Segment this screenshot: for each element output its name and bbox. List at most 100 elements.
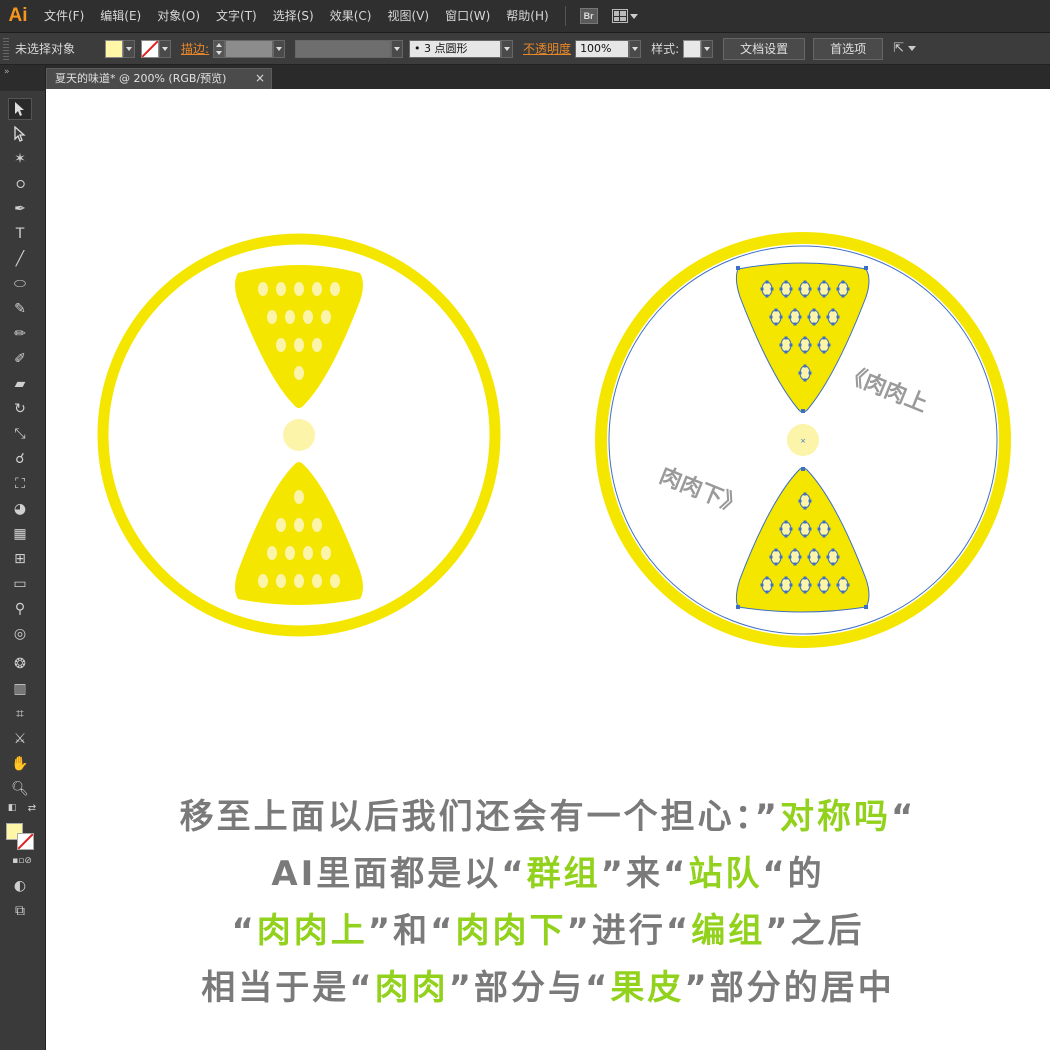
lemon-left[interactable]	[97, 233, 501, 637]
color-mode-icons[interactable]: ▪▫⊘	[6, 855, 38, 867]
anchor-point	[831, 308, 835, 312]
pen-tool-icon[interactable]: ✒	[8, 198, 32, 220]
direct-selection-tool-icon[interactable]	[8, 123, 32, 145]
anchor-point	[789, 287, 793, 291]
bridge-button[interactable]: Br	[579, 8, 598, 24]
opacity-link[interactable]: 不透明度	[523, 40, 571, 57]
stroke-weight-dropdown[interactable]	[273, 39, 286, 58]
eyedropper-tool-icon[interactable]: ⚲	[8, 598, 32, 620]
caption: 移至上面以后我们还会有一个担心：”对称吗“ AI里面都是以“群组”来“站队“的 …	[46, 789, 1050, 1017]
opacity-field[interactable]: 100%	[575, 39, 630, 58]
blend-tool-icon[interactable]: ◎	[8, 623, 32, 645]
style-dropdown[interactable]	[701, 39, 714, 58]
close-icon[interactable]: ×	[255, 69, 265, 88]
anchor-point	[789, 583, 793, 587]
fill-dropdown[interactable]	[123, 39, 135, 58]
tools-collapse-icon[interactable]: »	[0, 65, 45, 91]
ellipse-tool-icon[interactable]: ⬭	[8, 273, 32, 295]
fill-swatch[interactable]	[105, 39, 123, 58]
free-transform-tool-icon[interactable]: ⛶	[8, 473, 32, 495]
screen-mode-icon[interactable]: ⧉	[8, 900, 32, 922]
brush-field[interactable]: • 3 点圆形	[409, 39, 502, 58]
menu-edit[interactable]: 编辑(E)	[92, 0, 149, 33]
column-graph-tool-icon[interactable]: ▥	[8, 678, 32, 700]
default-colors-icon[interactable]: ◧	[4, 801, 20, 815]
rotate-tool-icon[interactable]: ↻	[8, 398, 32, 420]
anchor-point	[812, 322, 816, 326]
anchor-point	[798, 527, 802, 531]
panel-grip[interactable]	[3, 37, 9, 60]
lemon-right[interactable]: × 《肉肉上 肉肉下》	[595, 232, 1011, 648]
anchor-point	[793, 548, 797, 552]
stroke-swatch[interactable]	[141, 39, 159, 58]
blob-brush-tool-icon[interactable]: ✐	[8, 348, 32, 370]
menu-object[interactable]: 对象(O)	[149, 0, 208, 33]
document-setup-button[interactable]: 文档设置	[723, 37, 806, 60]
menu-help[interactable]: 帮助(H)	[498, 0, 556, 33]
magic-wand-tool-icon[interactable]: ✶	[8, 148, 32, 170]
menu-window[interactable]: 窗口(W)	[437, 0, 498, 33]
type-tool-icon[interactable]: T	[8, 223, 32, 245]
menu-view[interactable]: 视图(V)	[379, 0, 437, 33]
anchor-point	[784, 294, 788, 298]
artboard-canvas[interactable]: × 《肉肉上 肉肉下》 移至上面以后我们还会有一个担心：”对称吗“ AI里面都是…	[46, 89, 1050, 1050]
anchor-point	[803, 294, 807, 298]
chevron-down-icon	[394, 46, 401, 51]
variable-width-dropdown[interactable]	[391, 39, 404, 58]
anchor-point	[798, 371, 802, 375]
perspective-grid-tool-icon[interactable]: ▦	[8, 523, 32, 545]
caption-text: 相当于是“	[201, 968, 375, 1008]
stroke-weight-stepper[interactable]	[213, 39, 226, 58]
pencil-tool-icon[interactable]: ✏	[8, 323, 32, 345]
stroke-weight-field[interactable]	[225, 39, 274, 58]
caption-text: ”和“	[367, 911, 456, 951]
line-tool-icon[interactable]: ╱	[8, 248, 32, 270]
workspace-switcher[interactable]	[611, 9, 638, 23]
eraser-tool-icon[interactable]: ▰	[8, 373, 32, 395]
style-swatch[interactable]	[683, 39, 702, 58]
tools-panel: » ✶ ഠ ✒ T ╱ ⬭ ✎ ✏ ✐ ▰ ↻ ⤡ ☌ ⛶ ◕ ▦ ⊞ ▭ ⚲ …	[0, 65, 46, 1050]
anchor-point	[765, 576, 769, 580]
anchor-point	[784, 280, 788, 284]
document-tab[interactable]: 夏天的味道* @ 200% (RGB/预览) ×	[46, 68, 272, 89]
shape-builder-tool-icon[interactable]: ◕	[8, 498, 32, 520]
paintbrush-tool-icon[interactable]: ✎	[8, 298, 32, 320]
variable-width-field[interactable]	[295, 39, 392, 58]
menu-select[interactable]: 选择(S)	[265, 0, 322, 33]
menu-effect[interactable]: 效果(C)	[322, 0, 380, 33]
brush-dropdown[interactable]	[501, 39, 514, 58]
scale-tool-icon[interactable]: ⤡	[8, 423, 32, 445]
anchor-point	[774, 322, 778, 326]
caption-text: “的	[762, 854, 825, 894]
zoom-tool-icon[interactable]: 🔍︎	[8, 778, 32, 800]
style-label: 样式:	[651, 42, 680, 56]
artboard-tool-icon[interactable]: ⌗	[8, 703, 32, 725]
caption-text: ”部分与“	[448, 968, 611, 1008]
lasso-tool-icon[interactable]: ഠ	[8, 173, 32, 195]
anchor-point	[807, 555, 811, 559]
anchor-point	[789, 527, 793, 531]
panel-menu-button[interactable]: ⇱	[893, 41, 917, 56]
stroke-dropdown[interactable]	[159, 39, 171, 58]
stroke-color-swatch[interactable]	[17, 833, 34, 850]
anchor-point	[789, 343, 793, 347]
menu-file[interactable]: 文件(F)	[36, 0, 92, 33]
preferences-button[interactable]: 首选项	[813, 37, 884, 60]
anchor-point	[779, 527, 783, 531]
hand-tool-icon[interactable]: ✋	[8, 753, 32, 775]
menu-type[interactable]: 文字(T)	[208, 0, 265, 33]
anchor-point	[803, 350, 807, 354]
caption-line-3: “肉肉上”和“肉肉下”进行“编组”之后	[46, 903, 1050, 960]
swap-colors-icon[interactable]: ⇄	[24, 801, 40, 815]
symbol-sprayer-tool-icon[interactable]: ❂	[8, 653, 32, 675]
slice-tool-icon[interactable]: ⚔	[8, 728, 32, 750]
mesh-tool-icon[interactable]: ⊞	[8, 548, 32, 570]
opacity-dropdown[interactable]	[629, 39, 642, 58]
warp-tool-icon[interactable]: ☌	[8, 448, 32, 470]
anchor-point	[817, 315, 821, 319]
menu-bar: Ai 文件(F) 编辑(E) 对象(O) 文字(T) 选择(S) 效果(C) 视…	[0, 0, 1050, 33]
draw-mode-icon[interactable]: ◐	[8, 875, 32, 897]
selection-tool-icon[interactable]	[8, 98, 32, 120]
gradient-tool-icon[interactable]: ▭	[8, 573, 32, 595]
stroke-link[interactable]: 描边:	[181, 40, 209, 57]
